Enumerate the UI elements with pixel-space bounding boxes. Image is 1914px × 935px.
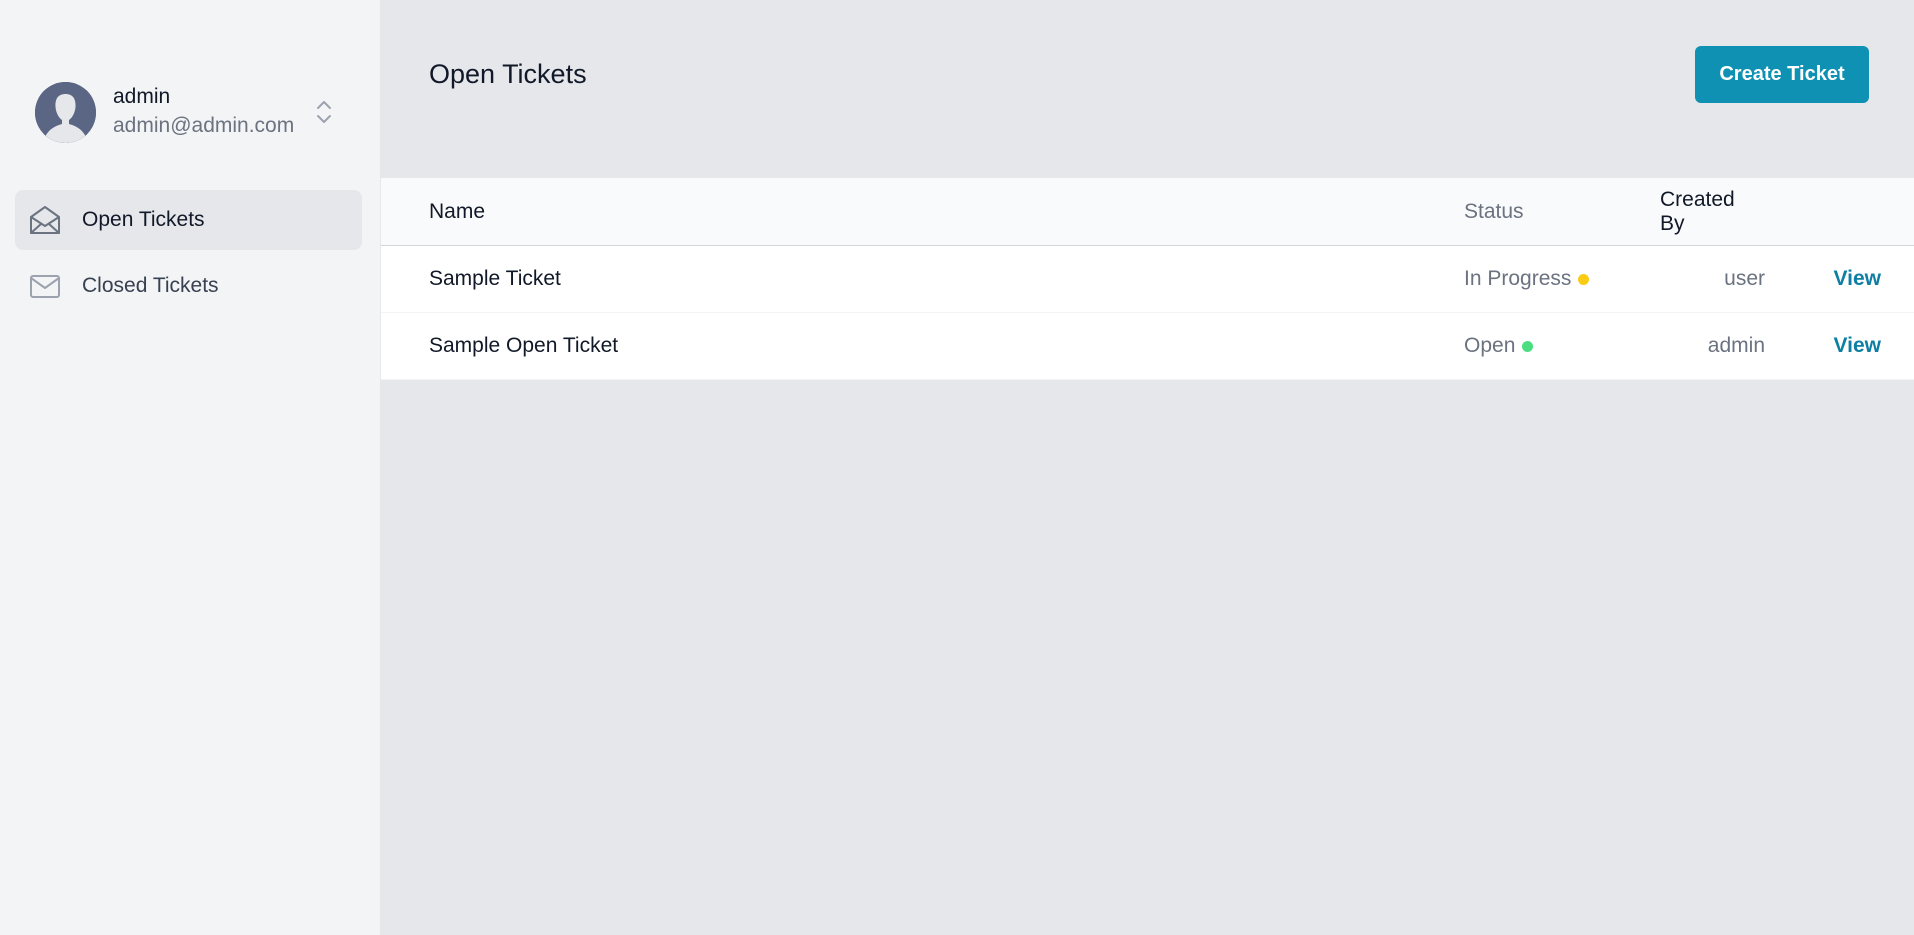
- column-header-created-by[interactable]: Created By: [1660, 188, 1765, 236]
- column-header-status[interactable]: Status: [1464, 200, 1660, 224]
- status-dot-icon: [1578, 273, 1590, 285]
- sidebar-item-closed-tickets[interactable]: Closed Tickets: [15, 256, 362, 316]
- main-content: Open Tickets Create Ticket Name Status C…: [381, 0, 1914, 935]
- ticket-created-by: admin: [1707, 334, 1765, 357]
- table-row: Sample Open Ticket Open admin View: [381, 313, 1914, 380]
- sidebar-nav: Open Tickets Closed Tickets: [15, 190, 362, 316]
- app-root: admin admin@admin.com Open Tickets Close…: [0, 0, 1914, 935]
- status-label: In Progress: [1464, 267, 1572, 290]
- page-header: Open Tickets Create Ticket: [381, 0, 1914, 178]
- tickets-table: Name Status Created By Sample Ticket In …: [381, 178, 1914, 380]
- create-ticket-button[interactable]: Create Ticket: [1695, 46, 1869, 103]
- envelope-open-icon: [30, 206, 60, 234]
- ticket-name: Sample Ticket: [429, 267, 561, 290]
- view-ticket-link[interactable]: View: [1834, 267, 1881, 290]
- user-name: admin: [113, 85, 171, 108]
- ticket-created-by: user: [1724, 267, 1765, 290]
- envelope-icon: [30, 275, 60, 298]
- ticket-name: Sample Open Ticket: [429, 334, 619, 357]
- ticket-status: Open: [1464, 334, 1660, 358]
- table-header: Name Status Created By: [381, 178, 1914, 246]
- ticket-status: In Progress: [1464, 267, 1660, 291]
- user-silhouette-icon: [35, 81, 96, 143]
- table-row: Sample Ticket In Progress user View: [381, 246, 1914, 313]
- page-title: Open Tickets: [429, 59, 587, 89]
- avatar: [35, 81, 96, 143]
- user-email: admin@admin.com: [113, 114, 295, 137]
- chevron-up-down-icon[interactable]: [312, 97, 336, 127]
- sidebar-item-label: Open Tickets: [82, 208, 205, 231]
- status-label: Open: [1464, 334, 1516, 357]
- sidebar-item-open-tickets[interactable]: Open Tickets: [15, 190, 362, 250]
- view-ticket-link[interactable]: View: [1834, 334, 1881, 357]
- column-header-name[interactable]: Name: [381, 200, 1464, 224]
- sidebar-item-label: Closed Tickets: [82, 274, 219, 297]
- sidebar: admin admin@admin.com Open Tickets Close…: [0, 0, 381, 935]
- user-menu[interactable]: admin admin@admin.com: [15, 80, 362, 144]
- status-dot-icon: [1522, 340, 1534, 352]
